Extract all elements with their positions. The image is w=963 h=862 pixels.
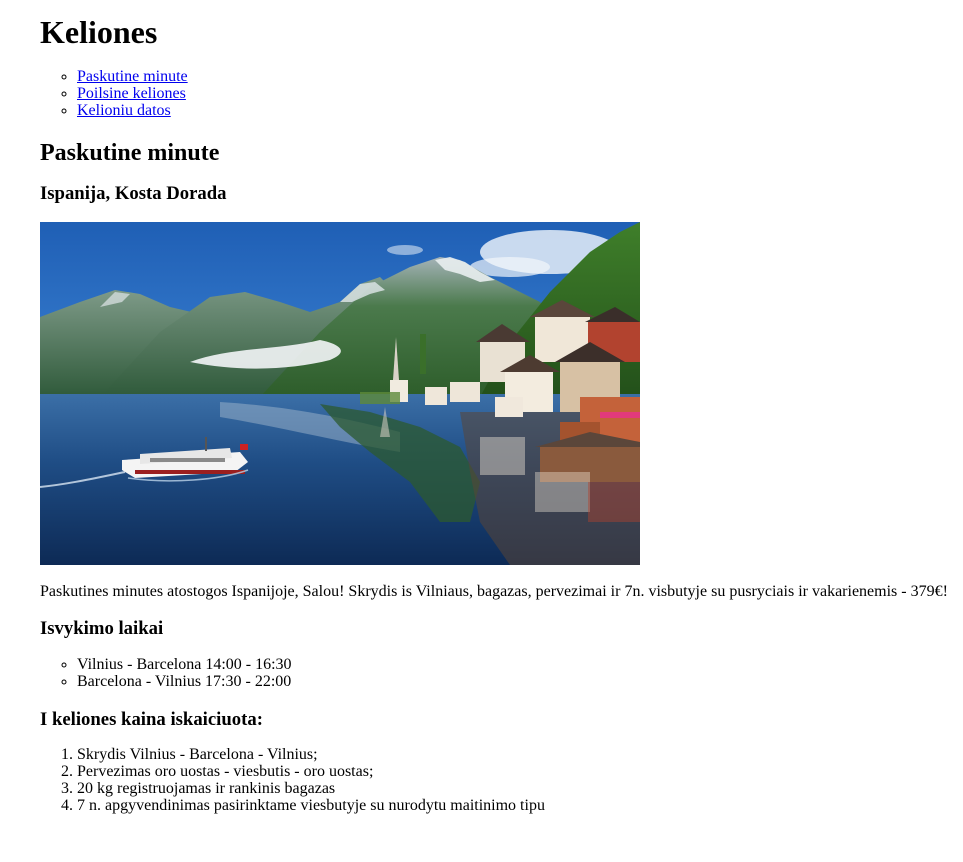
departure-times-heading: Isvykimo laikai [40, 618, 164, 639]
nav-item: Poilsine keliones [77, 85, 188, 102]
nav-link-paskutine-minute[interactable]: Paskutine minute [77, 68, 188, 85]
section-title: Paskutine minute [40, 140, 220, 166]
page-title: Keliones [40, 14, 158, 50]
nav-item: Paskutine minute [77, 68, 188, 85]
list-item: Barcelona - Vilnius 17:30 - 22:00 [77, 673, 292, 690]
list-item: Vilnius - Barcelona 14:00 - 16:30 [77, 656, 292, 673]
nav-link-kelioniu-datos[interactable]: Kelioniu datos [77, 102, 171, 119]
nav-link-poilsine-keliones[interactable]: Poilsine keliones [77, 85, 186, 102]
list-item: 7 n. apgyvendinimas pasirinktame viesbut… [77, 797, 545, 814]
price-includes-list: Skrydis Vilnius - Barcelona - Vilnius; P… [40, 746, 545, 814]
departure-times-list: Vilnius - Barcelona 14:00 - 16:30 Barcel… [40, 656, 292, 690]
hero-image [40, 222, 640, 565]
list-item: Pervezimas oro uostas - viesbutis - oro … [77, 763, 545, 780]
trip-description: Paskutines minutes atostogos Ispanijoje,… [40, 583, 948, 600]
price-includes-heading: I keliones kaina iskaiciuota: [40, 709, 263, 730]
destination-heading: Ispanija, Kosta Dorada [40, 183, 227, 204]
nav-list: Paskutine minute Poilsine keliones Kelio… [40, 68, 188, 119]
list-item: 20 kg registruojamas ir rankinis bagazas [77, 780, 545, 797]
list-item: Skrydis Vilnius - Barcelona - Vilnius; [77, 746, 545, 763]
nav-item: Kelioniu datos [77, 102, 188, 119]
